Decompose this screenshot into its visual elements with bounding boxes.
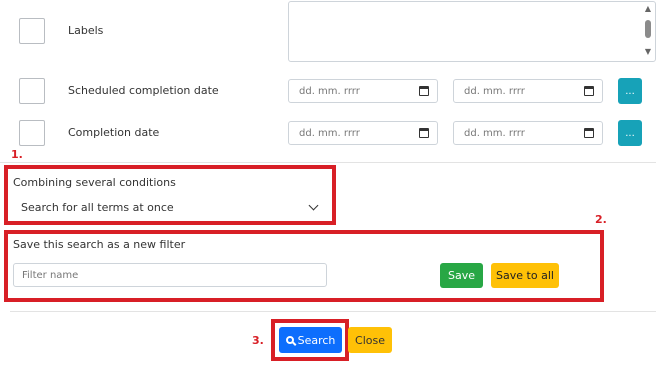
scheduled-completion-label: Scheduled completion date [68,84,219,97]
divider [0,162,656,163]
save-button[interactable]: Save [440,263,483,288]
scroll-thumb[interactable] [645,20,651,38]
labels-checkbox[interactable] [19,18,45,44]
scheduled-date-from-input[interactable]: dd. mm. rrrr [288,79,438,103]
combining-selected-value: Search for all terms at once [21,200,174,214]
scheduled-date-to-input[interactable]: dd. mm. rrrr [453,79,603,103]
date-placeholder: dd. mm. rrrr [464,85,525,97]
scroll-down-icon[interactable]: ▼ [645,47,651,56]
combining-label: Combining several conditions [13,176,176,189]
annotation-number-3: 3. [252,334,264,347]
search-icon [285,336,294,344]
combining-select[interactable]: Search for all terms at once [13,196,325,218]
completion-date-to-input[interactable]: dd. mm. rrrr [453,121,603,145]
annotation-number-1: 1. [11,148,23,161]
date-placeholder: dd. mm. rrrr [299,127,360,139]
labels-textarea[interactable]: ▲ ▼ [288,1,656,62]
date-placeholder: dd. mm. rrrr [464,127,525,139]
save-to-all-button[interactable]: Save to all [491,263,559,288]
calendar-icon[interactable] [584,86,594,96]
chevron-down-icon [308,200,319,211]
calendar-icon[interactable] [419,128,429,138]
save-filter-label: Save this search as a new filter [13,238,186,251]
filter-name-input[interactable]: Filter name [13,263,327,287]
date-placeholder: dd. mm. rrrr [299,85,360,97]
completion-date-more-button[interactable]: ... [618,120,642,146]
search-button-label: Search [297,333,336,347]
calendar-icon[interactable] [584,128,594,138]
labels-label: Labels [68,24,104,37]
completion-date-from-input[interactable]: dd. mm. rrrr [288,121,438,145]
divider [10,311,656,312]
completion-date-label: Completion date [68,126,160,139]
calendar-icon[interactable] [419,86,429,96]
filter-name-placeholder: Filter name [22,269,79,281]
search-button[interactable]: Search [279,327,342,353]
annotation-number-2: 2. [595,213,607,226]
close-button[interactable]: Close [348,327,392,353]
completion-date-checkbox[interactable] [19,120,45,146]
scheduled-completion-checkbox[interactable] [19,78,45,104]
scheduled-date-more-button[interactable]: ... [618,78,642,104]
scroll-up-icon[interactable]: ▲ [645,4,651,13]
